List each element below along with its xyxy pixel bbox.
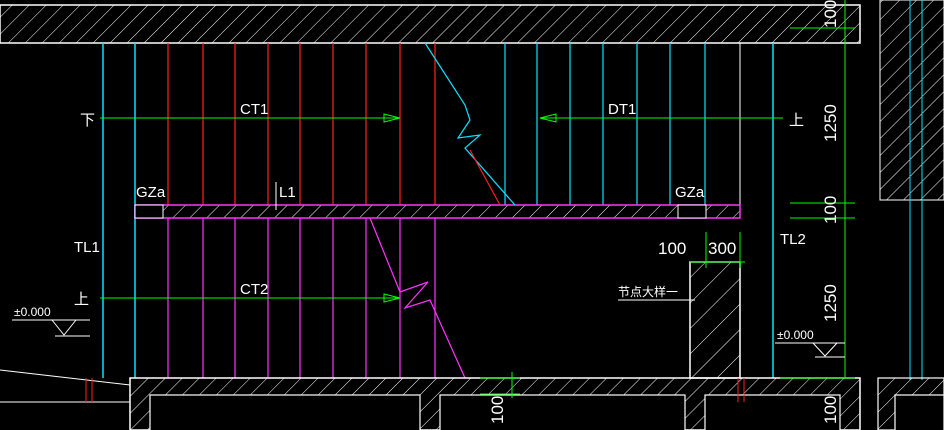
dim-bottom-100-right: 100	[821, 396, 840, 424]
stair-plan-drawing: 下 CT1 DT1 上 GZa L1 GZa TL1 ±0.000 上 CT2 …	[0, 0, 944, 430]
label-elev-right: ±0.000	[777, 328, 814, 342]
label-tl2: TL2	[780, 231, 806, 248]
dim-mid-100: 100	[821, 196, 840, 224]
label-detail: 节点大样一	[618, 284, 678, 299]
dim-lower-1250: 1250	[821, 284, 840, 322]
label-ct1: CT1	[240, 101, 268, 118]
dim-top-100: 100	[821, 0, 840, 28]
upper-flight-treads	[167, 43, 706, 205]
label-down: 下	[80, 112, 95, 129]
label-ct2: CT2	[240, 281, 268, 298]
landing-beam	[134, 204, 741, 219]
dim-100-left: 100	[658, 239, 686, 258]
label-tl1: TL1	[74, 239, 100, 256]
label-gz-right: GZa	[675, 184, 705, 201]
dim-upper-1250: 1250	[821, 104, 840, 142]
dim-300: 300	[708, 239, 736, 258]
dim-bottom-100-mid: 100	[488, 396, 507, 424]
label-elev-left: ±0.000	[14, 305, 51, 319]
label-l1: L1	[279, 184, 296, 201]
wall-lines	[102, 0, 923, 380]
top-slab	[0, 0, 944, 201]
bottom-slab	[0, 369, 944, 430]
detail-column	[689, 261, 741, 379]
label-up-left: 上	[74, 291, 89, 308]
label-up-right: 上	[789, 112, 804, 129]
label-gz-left: GZa	[136, 184, 166, 201]
label-dt1: DT1	[608, 101, 636, 118]
